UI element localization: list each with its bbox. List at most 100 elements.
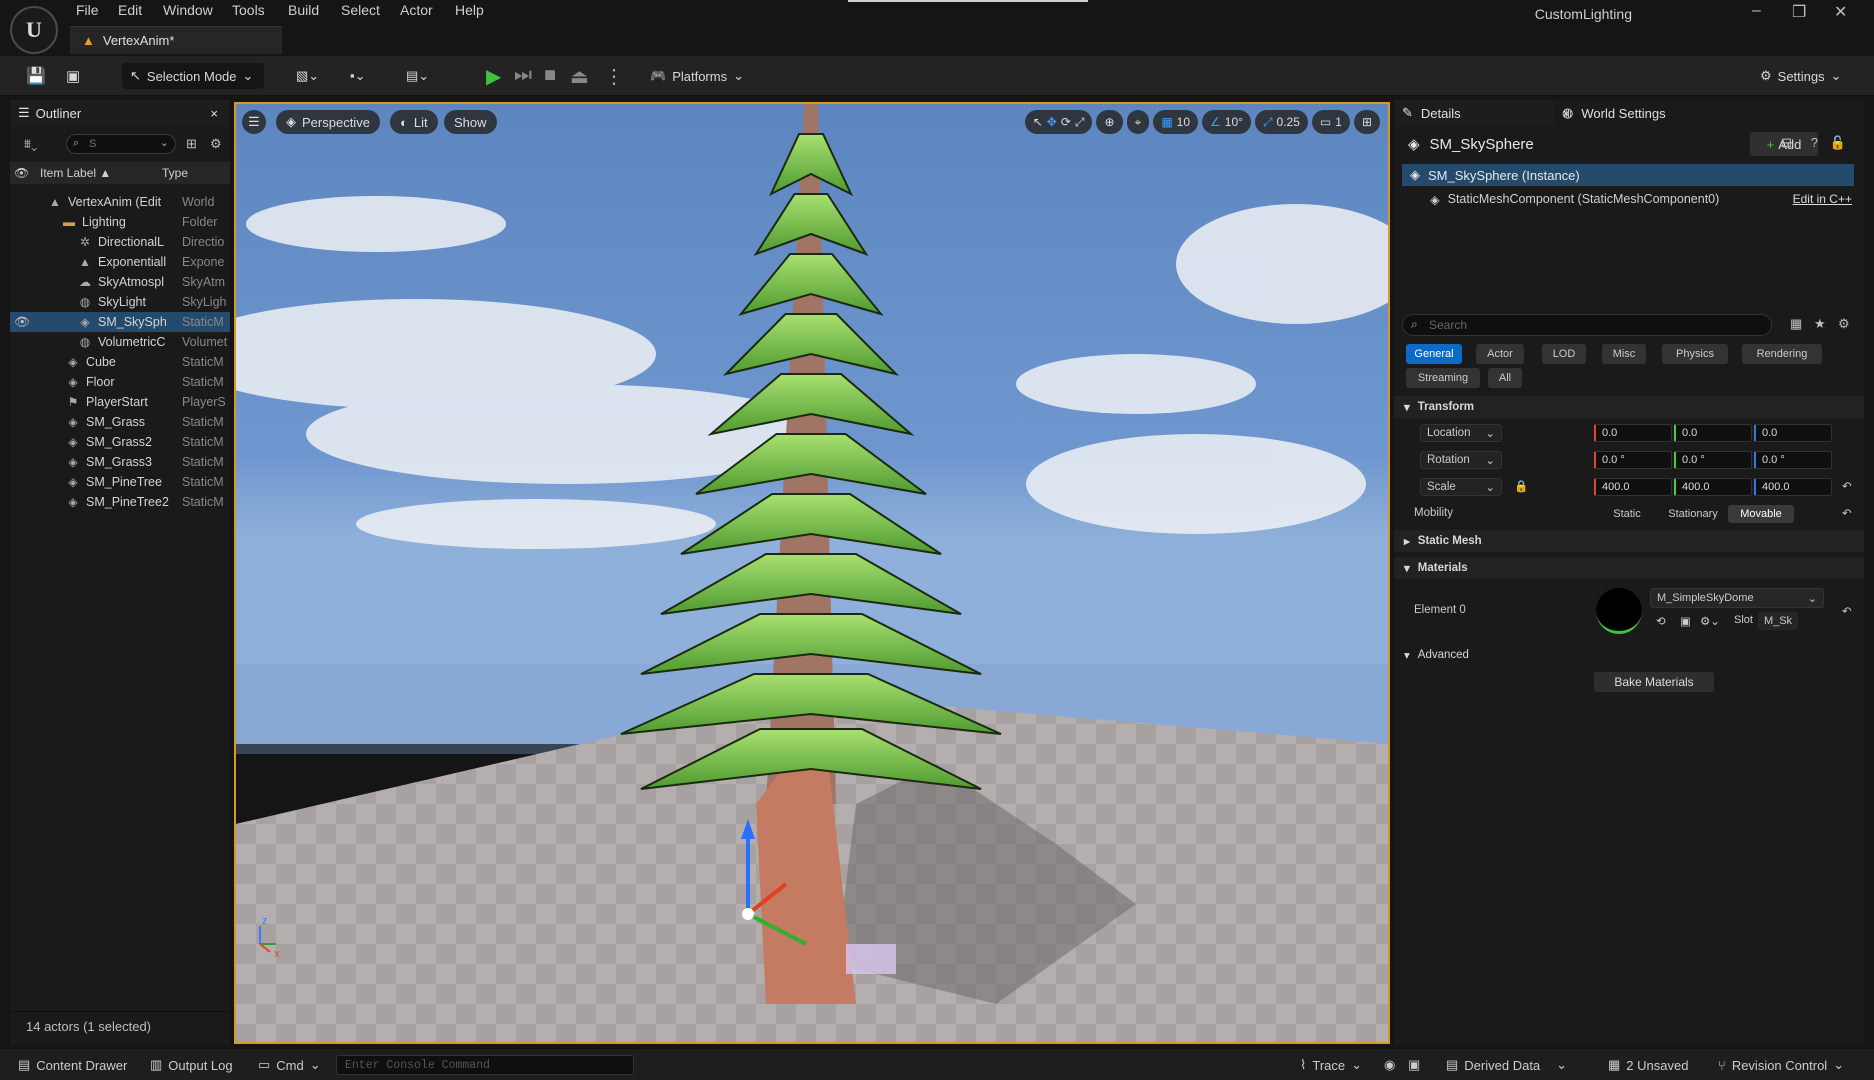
rotate-tool-icon[interactable]: ⟳ <box>1061 115 1071 129</box>
browse-icon[interactable]: ▣ <box>66 63 80 89</box>
scale-tool-icon[interactable]: ⤢ <box>1075 115 1085 130</box>
level-viewport[interactable]: z x ☰ ◈ Perspective ◐ Lit Show ↖ ✥ ⟳ ⤢ ⊕… <box>234 102 1390 1044</box>
level-tab[interactable]: ▲ VertexAnim* <box>70 26 282 54</box>
help-icon[interactable]: ? <box>1811 135 1818 150</box>
cinematics-icon[interactable]: ▤⌄ <box>406 63 429 89</box>
options-icon[interactable]: ⚙⌄ <box>1700 614 1720 628</box>
visibility-icon[interactable]: 👁 <box>14 315 30 330</box>
gear-icon[interactable]: ⚙ <box>1838 316 1850 332</box>
menu-actor[interactable]: Actor <box>400 2 433 18</box>
blueprint-icon[interactable]: ⊟ <box>1781 135 1792 151</box>
filter-rendering[interactable]: Rendering <box>1742 344 1822 364</box>
transform-tools[interactable]: ↖ ✥ ⟳ ⤢ <box>1024 110 1093 134</box>
outliner-row[interactable]: ▲ VertexAnim (Edit World <box>10 192 230 212</box>
scale-y-input[interactable]: 400.0 <box>1674 478 1752 496</box>
select-tool-icon[interactable]: ↖ <box>1033 115 1043 129</box>
filter-all[interactable]: All <box>1488 368 1522 388</box>
menu-help[interactable]: Help <box>455 2 484 18</box>
menu-select[interactable]: Select <box>341 2 380 18</box>
selection-mode-button[interactable]: ↖ Selection Mode ⌄ <box>122 63 264 89</box>
world-local-button[interactable]: ⊕ <box>1096 110 1123 134</box>
bake-materials-button[interactable]: Bake Materials <box>1594 672 1714 692</box>
close-tab-icon[interactable]: × <box>210 106 218 121</box>
save-icon[interactable]: 💾 <box>26 63 46 89</box>
material-thumbnail[interactable] <box>1596 588 1642 634</box>
play-icon[interactable]: ▶ <box>486 64 501 89</box>
filter-icon[interactable]: ⩩⌄ <box>24 136 37 152</box>
add-actor-icon[interactable]: ▧⌄ <box>296 63 319 89</box>
scale-snap-button[interactable]: ⤢ 0.25 <box>1254 110 1308 134</box>
outliner-row[interactable]: 👁 ◈ SM_SkySph StaticM <box>10 312 230 332</box>
layout-button[interactable]: ⊞ <box>1353 110 1380 134</box>
outliner-row[interactable]: ◈ SM_PineTree2 StaticM <box>10 492 230 512</box>
outliner-row[interactable]: ◈ SM_PineTree StaticM <box>10 472 230 492</box>
menu-file[interactable]: File <box>76 2 99 18</box>
menu-window[interactable]: Window <box>163 2 213 18</box>
rotation-y-input[interactable]: 0.0 ° <box>1674 451 1752 469</box>
derived-data-button[interactable]: ▤ Derived Data ⌄ <box>1446 1057 1567 1073</box>
filter-misc[interactable]: Misc <box>1602 344 1646 364</box>
perspective-button[interactable]: ◈ Perspective <box>276 110 380 134</box>
rotation-dropdown[interactable]: Rotation ⌄ <box>1420 451 1502 469</box>
mobility-static[interactable]: Static <box>1594 505 1660 523</box>
grid-snap-button[interactable]: ▦ 10 <box>1153 110 1199 134</box>
unreal-logo-icon[interactable]: U <box>10 6 58 54</box>
table-view-icon[interactable]: ▦ <box>1790 316 1802 332</box>
actor-name[interactable]: SM_SkySphere <box>1430 136 1534 153</box>
camera-speed-button[interactable]: ▭ 1 <box>1311 110 1350 134</box>
outliner-row[interactable]: ◍ SkyLight SkyLigh <box>10 292 230 312</box>
details-search-input[interactable]: ⌕ Search <box>1402 314 1772 336</box>
minimize-icon[interactable]: – <box>1752 2 1761 20</box>
maximize-icon[interactable]: ❐ <box>1792 2 1806 22</box>
outliner-row[interactable]: ◈ Floor StaticM <box>10 372 230 392</box>
menu-build[interactable]: Build <box>288 2 319 18</box>
outliner-row[interactable]: ⚑ PlayerStart PlayerS <box>10 392 230 412</box>
add-folder-icon[interactable]: ⊞ <box>186 136 197 152</box>
outliner-row[interactable]: ◍ VolumetricC Volumet <box>10 332 230 352</box>
use-selected-icon[interactable]: ⟲ <box>1656 614 1666 628</box>
slot-value[interactable]: M_Sk <box>1758 612 1798 630</box>
scale-dropdown[interactable]: Scale ⌄ <box>1420 478 1502 496</box>
outliner-row[interactable]: ☁ SkyAtmospl SkyAtm <box>10 272 230 292</box>
more-options-icon[interactable]: ⋮ <box>604 64 624 89</box>
screenshot-icon[interactable]: ▣ <box>1408 1057 1420 1073</box>
rotation-z-input[interactable]: 0.0 ° <box>1754 451 1832 469</box>
viewport-menu-button[interactable]: ☰ <box>242 110 266 134</box>
location-x-input[interactable]: 0.0 <box>1594 424 1672 442</box>
browse-icon[interactable]: ▣ <box>1680 614 1691 628</box>
eject-icon[interactable]: ⏏ <box>570 64 589 89</box>
mobility-movable[interactable]: Movable <box>1728 505 1794 523</box>
reset-icon[interactable]: ↶ <box>1842 479 1852 493</box>
filter-physics[interactable]: Physics <box>1662 344 1728 364</box>
filter-general[interactable]: General <box>1406 344 1462 364</box>
star-icon[interactable]: ★ <box>1814 316 1826 332</box>
scale-z-input[interactable]: 400.0 <box>1754 478 1832 496</box>
outliner-search-input[interactable]: ⌕ S ⌄ <box>66 134 176 154</box>
world-settings-tab[interactable]: ◍ World Settings <box>1562 100 1666 126</box>
column-type[interactable]: Type <box>162 166 188 180</box>
section-advanced[interactable]: ▾ Advanced <box>1394 644 1864 666</box>
console-input[interactable]: Enter Console Command <box>336 1055 634 1075</box>
lock-icon[interactable]: 🔓 <box>1830 135 1846 151</box>
settings-button[interactable]: ⚙ Settings ⌄ <box>1760 63 1842 89</box>
reset-icon[interactable]: ↶ <box>1842 604 1852 618</box>
location-z-input[interactable]: 0.0 <box>1754 424 1832 442</box>
close-icon[interactable]: ✕ <box>1834 2 1847 22</box>
stop-icon[interactable]: ■ <box>544 64 556 87</box>
menu-tools[interactable]: Tools <box>232 2 265 18</box>
reset-icon[interactable]: ↶ <box>1842 506 1852 520</box>
material-dropdown[interactable]: M_SimpleSkyDome ⌄ <box>1650 588 1824 608</box>
section-transform[interactable]: ▾ Transform <box>1394 396 1864 418</box>
outliner-row[interactable]: ◈ Cube StaticM <box>10 352 230 372</box>
filter-streaming[interactable]: Streaming <box>1406 368 1480 388</box>
blueprint-icon[interactable]: ▪⌄ <box>350 63 366 89</box>
unsaved-button[interactable]: ▦ 2 Unsaved <box>1608 1057 1688 1073</box>
move-tool-icon[interactable]: ✥ <box>1047 115 1057 129</box>
gear-icon[interactable]: ⚙ <box>210 136 222 152</box>
column-item-label[interactable]: Item Label ▲ <box>28 166 162 180</box>
lit-button[interactable]: ◐ Lit <box>390 110 438 134</box>
output-log-button[interactable]: ▥ Output Log <box>150 1057 233 1073</box>
component-instance[interactable]: ◈ SM_SkySphere (Instance) <box>1402 164 1854 186</box>
step-icon[interactable]: ⏭ <box>514 64 532 87</box>
show-button[interactable]: Show <box>444 110 497 134</box>
